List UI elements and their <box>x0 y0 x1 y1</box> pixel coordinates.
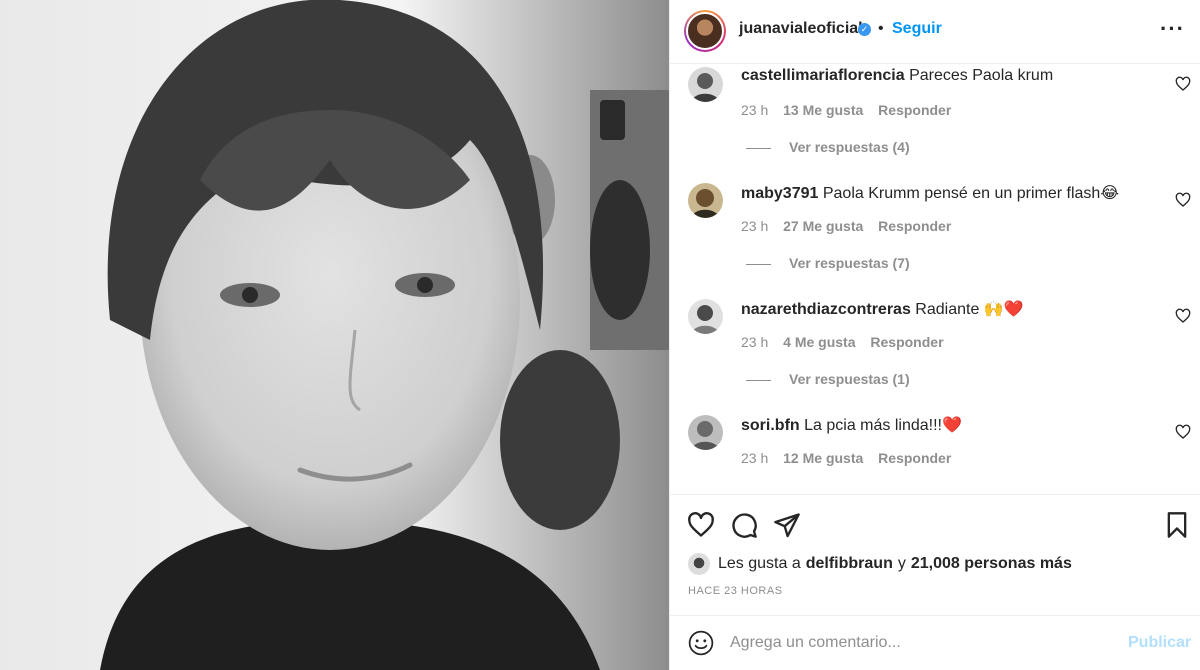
comment-meta: 23 h 12 Me gusta Responder <box>741 450 962 466</box>
header-separator: • <box>878 20 884 37</box>
comment-like-icon[interactable] <box>1175 308 1191 324</box>
comment-time[interactable]: 23 h <box>741 450 768 466</box>
view-replies-button[interactable]: Ver respuestas (1) <box>746 371 910 387</box>
comment-like-icon[interactable] <box>1175 192 1191 208</box>
comment-body: castellimariaflorencia Pareces Paola kru… <box>741 67 1053 85</box>
view-replies-label: Ver respuestas (4) <box>789 139 910 155</box>
post-panel: juanavialeoficial ✓ • Seguir ··· castell… <box>669 0 1200 670</box>
reply-button[interactable]: Responder <box>878 102 951 118</box>
add-comment-bar: Publicar <box>670 615 1200 670</box>
commenter-username[interactable]: castellimariaflorencia <box>741 67 905 84</box>
comment-meta: 23 h 13 Me gusta Responder <box>741 102 962 118</box>
likes-prefix: Les gusta a <box>718 555 801 572</box>
post-image <box>0 0 669 670</box>
commenter-avatar[interactable] <box>688 183 723 218</box>
comment-body: nazarethdiazcontreras Radiante 🙌❤️ <box>741 299 1024 319</box>
liker-avatar[interactable] <box>688 553 710 575</box>
commenter-avatar[interactable] <box>688 67 723 102</box>
share-icon[interactable] <box>773 511 801 539</box>
comment-meta: 23 h 27 Me gusta Responder <box>741 218 962 234</box>
comment-text: Radiante 🙌❤️ <box>915 301 1024 318</box>
commenter-username[interactable]: nazarethdiazcontreras <box>741 301 911 318</box>
comment-item: maby3791 Paola Krumm pensé en un primer … <box>670 180 1200 296</box>
likes-summary: Les gusta a delfibbraun y 21,008 persona… <box>688 552 1077 576</box>
comment-like-icon[interactable] <box>1175 76 1191 92</box>
comment-text: Pareces Paola krum <box>909 67 1054 84</box>
author-avatar[interactable] <box>684 10 726 52</box>
comment-input[interactable] <box>730 632 1110 654</box>
follow-button[interactable]: Seguir <box>892 20 942 38</box>
comment-body: maby3791 Paola Krumm pensé en un primer … <box>741 183 1119 203</box>
comment-text: Paola Krumm pensé en un primer flash😂 <box>822 185 1120 202</box>
comment-time[interactable]: 23 h <box>741 102 768 118</box>
comment-like-icon[interactable] <box>1175 424 1191 440</box>
emoji-icon[interactable] <box>688 630 714 656</box>
comment-item: sori.bfn La pcia más linda!!!❤️ 23 h 12 … <box>670 412 1200 492</box>
view-replies-label: Ver respuestas (7) <box>789 255 910 271</box>
comment-likes[interactable]: 4 Me gusta <box>783 334 855 350</box>
likes-others[interactable]: 21,008 personas más <box>911 555 1072 573</box>
view-replies-button[interactable]: Ver respuestas (7) <box>746 255 910 271</box>
comment-item: castellimariaflorencia Pareces Paola kru… <box>670 64 1200 180</box>
comment-text: La pcia más linda!!!❤️ <box>804 417 962 434</box>
commenter-username[interactable]: maby3791 <box>741 185 818 202</box>
replies-divider <box>746 147 771 149</box>
likes-conjunction: y <box>897 555 906 572</box>
reply-button[interactable]: Responder <box>878 450 951 466</box>
comment-item: nazarethdiazcontreras Radiante 🙌❤️ 23 h … <box>670 296 1200 412</box>
heart-icon[interactable] <box>687 511 715 539</box>
commenter-username[interactable]: sori.bfn <box>741 417 800 434</box>
comment-likes[interactable]: 13 Me gusta <box>783 102 863 118</box>
author-username[interactable]: juanavialeoficial <box>739 20 863 38</box>
publish-button[interactable]: Publicar <box>1128 634 1191 652</box>
commenter-avatar[interactable] <box>688 415 723 450</box>
post-actions: Les gusta a delfibbraun y 21,008 persona… <box>670 494 1200 616</box>
comment-likes[interactable]: 12 Me gusta <box>783 450 863 466</box>
comment-time[interactable]: 23 h <box>741 334 768 350</box>
post-photo <box>0 0 669 670</box>
view-replies-label: Ver respuestas (1) <box>789 371 910 387</box>
comment-likes[interactable]: 27 Me gusta <box>783 218 863 234</box>
comment-time[interactable]: 23 h <box>741 218 768 234</box>
bookmark-icon[interactable] <box>1163 511 1191 539</box>
comment-meta: 23 h 4 Me gusta Responder <box>741 334 955 350</box>
post-header: juanavialeoficial ✓ • Seguir ··· <box>670 0 1200 64</box>
verified-badge-icon: ✓ <box>858 23 871 36</box>
reply-button[interactable]: Responder <box>870 334 943 350</box>
reply-button[interactable]: Responder <box>878 218 951 234</box>
commenter-avatar[interactable] <box>688 299 723 334</box>
more-options-icon[interactable]: ··· <box>1160 18 1185 40</box>
comment-body: sori.bfn La pcia más linda!!!❤️ <box>741 415 962 435</box>
replies-divider <box>746 379 771 381</box>
view-replies-button[interactable]: Ver respuestas (4) <box>746 139 910 155</box>
post-timestamp[interactable]: HACE 23 HORAS <box>688 585 783 597</box>
liker-username[interactable]: delfibbraun <box>806 555 893 573</box>
replies-divider <box>746 263 771 265</box>
comment-icon[interactable] <box>730 511 758 539</box>
